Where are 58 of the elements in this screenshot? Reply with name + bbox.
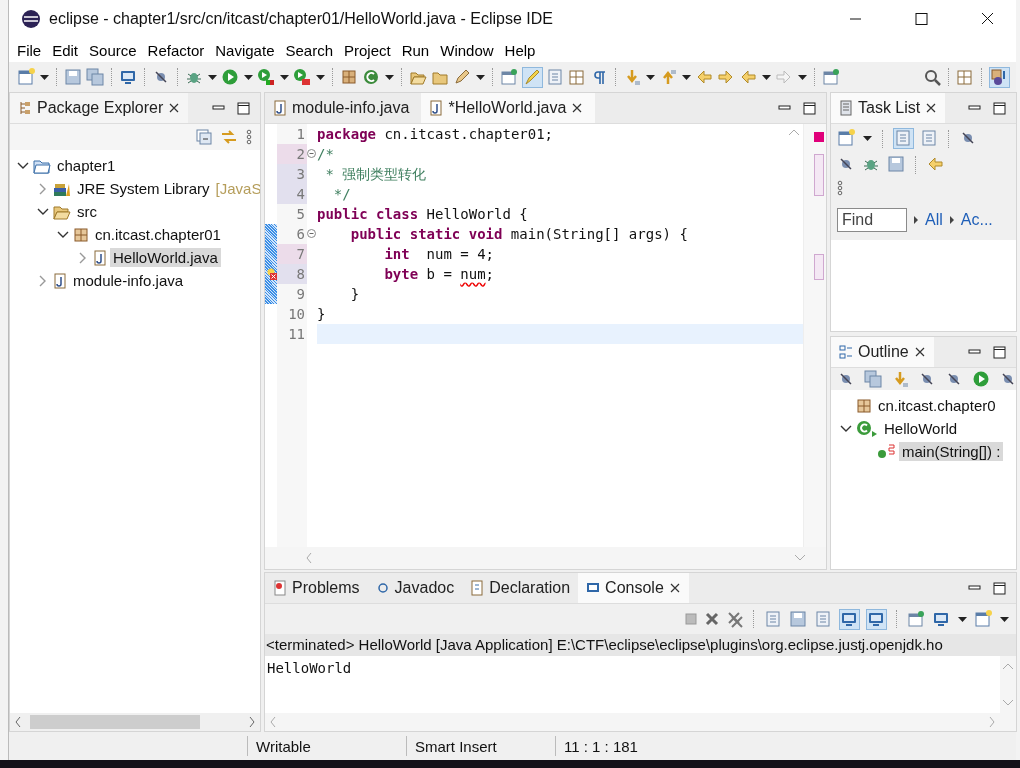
view-tab[interactable]: Problems (265, 573, 368, 603)
code-line: public class HelloWorld { (317, 205, 528, 224)
line-number: 4 (277, 184, 307, 204)
menu-item[interactable]: Refactor (143, 41, 209, 59)
console-output: HelloWorld (266, 659, 353, 678)
tree-item[interactable]: src (74, 202, 100, 221)
library-version-label: [JavaS (215, 180, 260, 197)
code-line: public static void main(String[] args) { (349, 225, 688, 244)
tree-item[interactable]: chapter1 (54, 156, 119, 175)
menu-item[interactable]: Source (85, 41, 141, 59)
line-number: 1 (295, 125, 306, 144)
line-number: 10 (287, 305, 306, 324)
line-number: 8 (277, 264, 307, 284)
menu-item[interactable]: Run (397, 41, 434, 59)
code-line: * 强制类型转化 (324, 165, 427, 184)
line-number: 5 (295, 205, 306, 224)
status-text: Writable (255, 737, 312, 755)
view-tab[interactable]: Package Explorer (10, 93, 189, 123)
code-line: */ (332, 185, 351, 204)
menu-item[interactable]: Help (500, 41, 540, 59)
console-header: <terminated> HelloWorld [Java Application] E:\CTF\eclipse\eclipse\plugins\org.eclipse.justj.openjdk.ho (265, 634, 1016, 656)
code-line: } (317, 305, 326, 324)
tree-item[interactable]: HelloWorld (881, 419, 961, 438)
tree-item[interactable]: module-info.java (70, 271, 187, 290)
menu-item[interactable]: Edit (48, 41, 83, 59)
view-tab[interactable]: Declaration (462, 573, 579, 603)
filter-link[interactable]: Ac... (960, 211, 993, 229)
menu-item[interactable]: Navigate (211, 41, 279, 59)
view-tab[interactable]: Javadoc (367, 573, 463, 603)
line-number: 11 (287, 325, 306, 344)
tree-item[interactable]: main(String[]) : (899, 442, 1004, 461)
line-number: 6 (277, 224, 307, 244)
code-line: package cn.itcast.chapter01; (317, 125, 554, 144)
view-tab[interactable]: Task List (831, 93, 946, 123)
code-line: } (349, 285, 360, 304)
view-tab[interactable]: Outline (831, 337, 934, 367)
code-line: byte b = num; (383, 265, 495, 284)
filter-link[interactable]: All (925, 211, 943, 229)
tree-item[interactable]: cn.itcast.chapter01 (92, 225, 224, 244)
tree-item[interactable]: HelloWorld.java (110, 248, 221, 267)
line-number: 3 (277, 164, 307, 184)
editor-tab[interactable]: *HelloWorld.java (421, 93, 596, 123)
code-line: int num = 4; (383, 245, 495, 264)
window-title: eclipse - chapter1/src/cn/itcast/chapter01/HelloWorld.java - Eclipse IDE (49, 10, 554, 28)
code-line: /* (317, 145, 334, 164)
tree-item[interactable]: JRE System Library (74, 179, 213, 198)
status-text: 11 : 1 : 181 (563, 737, 639, 755)
find-field[interactable]: Find (837, 208, 907, 232)
menu-item[interactable]: Project (340, 41, 395, 59)
menu-item[interactable]: File (13, 41, 46, 59)
line-number: 9 (295, 285, 306, 304)
tree-item[interactable]: cn.itcast.chapter0 (875, 396, 999, 415)
menu-item[interactable]: Search (281, 41, 337, 59)
menu-item[interactable]: Window (436, 41, 498, 59)
editor-tab[interactable]: module-info.java (265, 93, 422, 123)
status-text: Smart Insert (414, 737, 498, 755)
view-tab[interactable]: Console (578, 573, 689, 603)
line-number: 7 (277, 244, 307, 264)
